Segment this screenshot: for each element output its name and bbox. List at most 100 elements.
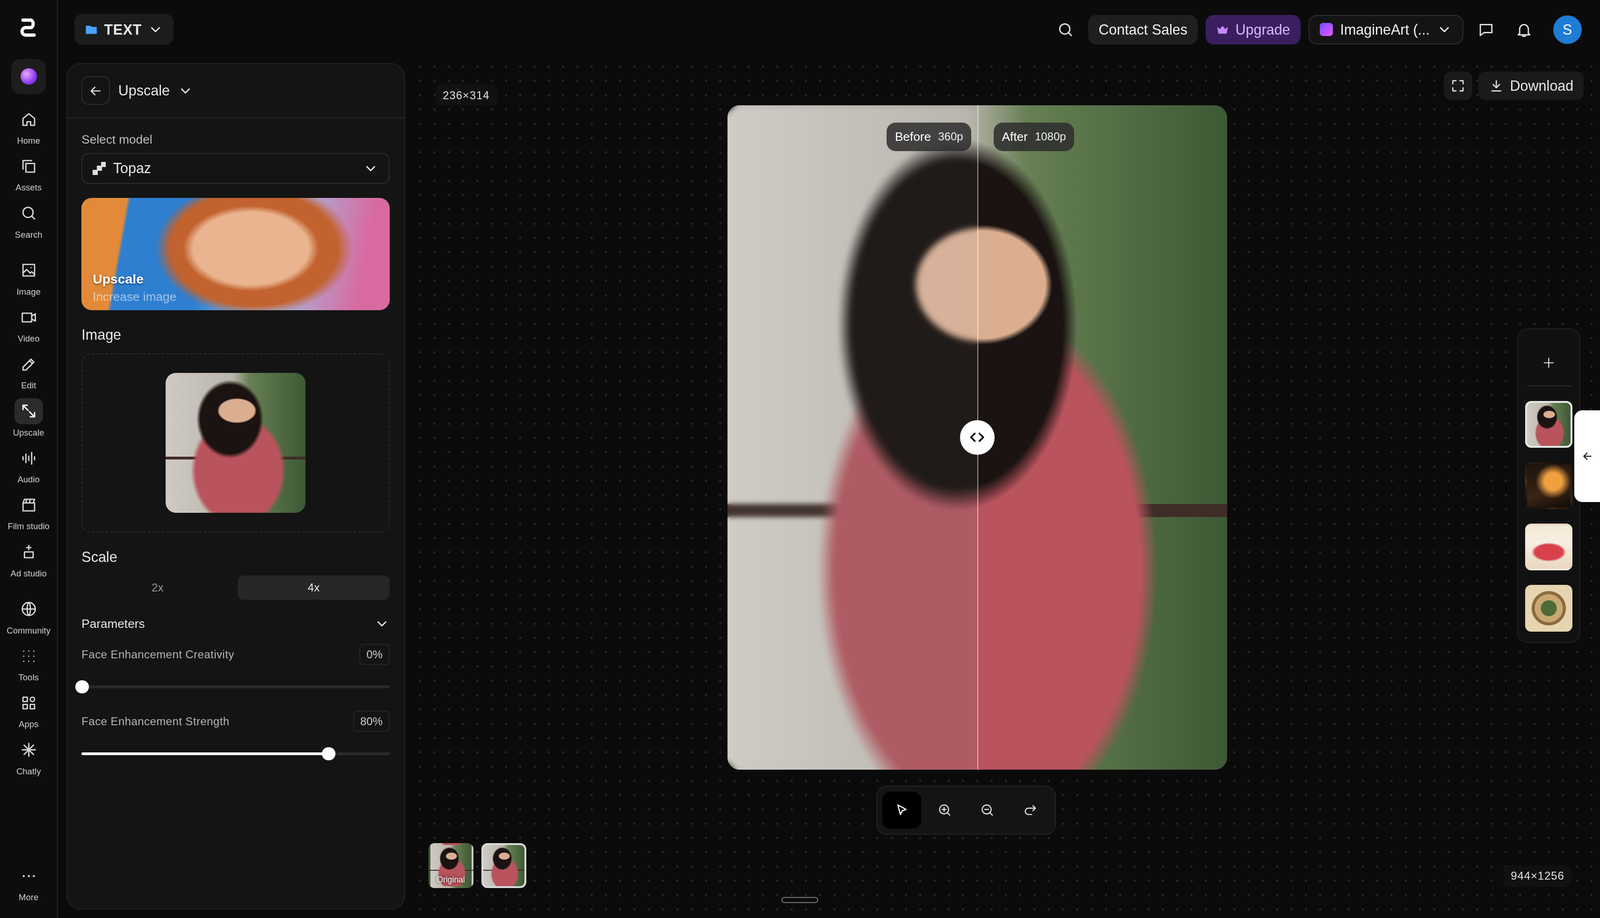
nav-item[interactable]: Assets — [14, 152, 44, 194]
slider-thumb[interactable] — [321, 747, 335, 761]
model-select[interactable]: Topaz — [81, 152, 390, 184]
back-button[interactable] — [81, 76, 110, 105]
slider: Face Enhancement Strength 80% — [81, 710, 390, 766]
zoom-in-button[interactable] — [925, 791, 965, 829]
collapse-tab[interactable] — [1574, 410, 1600, 502]
redo-button[interactable] — [1010, 791, 1050, 829]
nav-icon-box — [14, 398, 44, 425]
nav-item[interactable]: Audio — [7, 444, 50, 486]
nav-group: Home Assets Search — [14, 106, 44, 241]
canvas-toolbar — [876, 785, 1056, 835]
nav-icon-box — [14, 596, 44, 623]
nav-item[interactable]: Edit — [7, 350, 50, 392]
drawer-handle[interactable] — [781, 896, 819, 903]
search-icon[interactable] — [1056, 21, 1075, 39]
arrows-left-right-icon — [967, 428, 987, 447]
banner-text: Upscale Increase image — [92, 271, 177, 305]
dots-icon — [20, 867, 38, 885]
before-overlay — [727, 105, 978, 770]
select-tool[interactable] — [882, 791, 922, 829]
zoom-out-button[interactable] — [967, 791, 1007, 829]
nav-item[interactable]: Community — [6, 596, 51, 637]
slider-thumb[interactable] — [75, 680, 89, 694]
slider-label: Face Enhancement Creativity — [81, 647, 234, 662]
nav-item[interactable]: Ad studio — [7, 538, 50, 580]
nav-item[interactable]: Film studio — [7, 491, 50, 533]
arrow-left-icon — [1581, 450, 1594, 463]
nav-icon-box — [14, 304, 44, 331]
workspace-logo-icon — [1319, 22, 1333, 37]
history-thumbnail[interactable] — [1525, 584, 1572, 632]
workspace-button[interactable]: ImagineArt (... — [1308, 14, 1464, 45]
download-icon — [1488, 78, 1505, 94]
chat-icon[interactable] — [1477, 21, 1495, 39]
history-thumbnail[interactable] — [1525, 462, 1572, 510]
slider: Face Enhancement Creativity 0% — [81, 643, 390, 699]
nav-item[interactable]: Image — [7, 257, 50, 299]
history-thumbnail[interactable] — [1525, 400, 1572, 448]
arrow-left-icon — [87, 83, 104, 99]
folder-icon — [84, 22, 98, 37]
nav-item[interactable]: Video — [7, 304, 50, 345]
main: TEXT Contact Sales Upgrade ImagineArt (.… — [58, 0, 1600, 918]
scale-option[interactable]: 2x — [81, 575, 234, 600]
nav-icon-box — [14, 642, 44, 670]
nav-icon — [20, 308, 38, 327]
nav-group: Community Tools Apps Chatly — [6, 596, 51, 778]
avatar[interactable]: S — [1553, 15, 1582, 44]
slider-label: Face Enhancement Strength — [81, 714, 230, 728]
more-button[interactable]: More — [14, 862, 44, 904]
nav-icon — [20, 355, 38, 373]
project-button[interactable]: TEXT — [74, 14, 174, 45]
input-size-badge: 236×314 — [435, 84, 497, 106]
before-label: Before360p — [886, 122, 972, 152]
nav-icon-box — [14, 491, 44, 519]
nav-icon — [20, 449, 38, 467]
upgrade-button[interactable]: Upgrade — [1205, 14, 1301, 45]
plus-icon — [1541, 355, 1557, 371]
nav-icon — [20, 741, 38, 759]
nav-item[interactable]: Upscale — [7, 398, 50, 439]
nav-icon — [20, 694, 38, 712]
nav-icon-box — [14, 689, 44, 717]
contact-sales-button[interactable]: Contact Sales — [1088, 14, 1198, 45]
chevron-down-icon — [147, 21, 164, 38]
history-thumbnail[interactable] — [1525, 523, 1572, 571]
pointer-icon — [894, 802, 910, 818]
panel-title[interactable]: Upscale — [118, 82, 170, 99]
nav-item[interactable]: Home — [14, 106, 44, 147]
nav-item[interactable]: Search — [14, 199, 44, 241]
scale-option[interactable]: 4x — [237, 575, 390, 600]
slider-track[interactable] — [81, 685, 390, 689]
scale-label: Scale — [81, 548, 390, 566]
bell-icon[interactable] — [1515, 21, 1533, 39]
fullscreen-button[interactable] — [1443, 71, 1473, 101]
compare-handle[interactable] — [960, 420, 995, 455]
chevron-down-icon[interactable] — [177, 83, 194, 99]
top-actions: Contact Sales Upgrade ImagineArt (... S — [1050, 14, 1582, 45]
image-dropzone[interactable] — [81, 353, 390, 533]
slider-value[interactable]: 0% — [359, 643, 390, 665]
slider-track[interactable] — [81, 752, 390, 756]
nav-icon — [20, 261, 38, 279]
workspace: Upscale Select model Topaz Upscale Incre… — [58, 59, 1600, 918]
nav-icon-box — [14, 152, 44, 180]
nav-icon — [20, 157, 38, 175]
slider-value[interactable]: 80% — [353, 710, 390, 732]
nav-icon — [20, 600, 38, 618]
image-label: Image — [81, 326, 390, 343]
logo[interactable] — [15, 14, 43, 42]
version-thumbnail[interactable] — [481, 843, 527, 888]
parameters-header[interactable]: Parameters — [81, 616, 390, 632]
nav-icon — [20, 647, 38, 665]
download-button[interactable]: Download — [1478, 71, 1584, 101]
nav-item[interactable]: Apps — [6, 689, 51, 731]
chevron-down-icon — [374, 616, 390, 632]
orb-button[interactable] — [11, 58, 46, 94]
upscale-panel: Upscale Select model Topaz Upscale Incre… — [66, 63, 406, 910]
add-button[interactable] — [1526, 339, 1572, 387]
nav-item[interactable]: Chatly — [6, 736, 51, 778]
history-strip — [1517, 328, 1581, 643]
nav-item[interactable]: Tools — [6, 642, 51, 684]
version-thumbnail[interactable]: Original — [428, 843, 474, 888]
